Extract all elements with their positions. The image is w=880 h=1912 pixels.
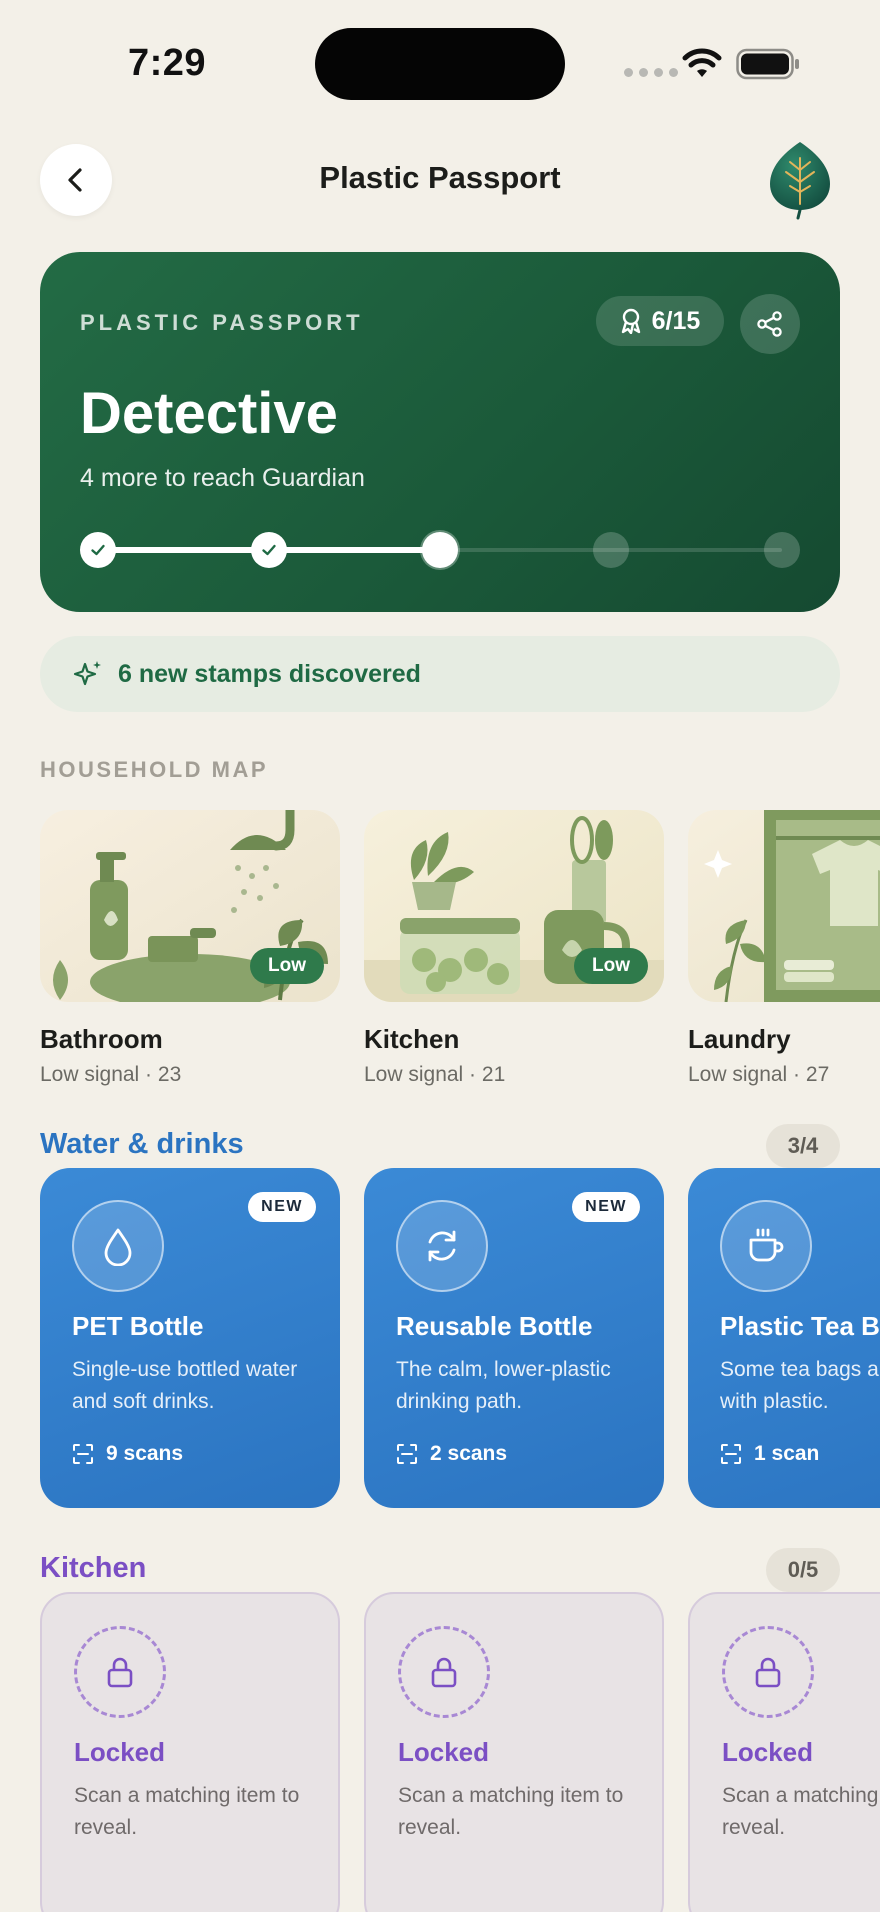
stamp-name: PET Bottle bbox=[72, 1311, 204, 1341]
locked-title: Locked bbox=[74, 1737, 166, 1767]
locked-description: Scan a matching item to reveal. bbox=[398, 1784, 624, 1839]
stamp-icon-circle bbox=[720, 1200, 812, 1292]
ribbon-icon bbox=[621, 308, 640, 334]
room-meta: Low signal · 23 bbox=[40, 1063, 182, 1086]
locked-description: Scan a matching item to reveal. bbox=[74, 1784, 300, 1839]
stamp-name: Reusable Bottle bbox=[396, 1311, 593, 1341]
stamp-scans: 2 scans bbox=[396, 1442, 507, 1466]
rank-title: Detective bbox=[80, 381, 338, 446]
stamp-card-reusable-bottle[interactable]: NEW Reusable Bottle The calm, lower-plas… bbox=[364, 1168, 664, 1508]
share-icon bbox=[757, 311, 782, 337]
new-stamps-text: 6 new stamps discovered bbox=[118, 659, 421, 688]
new-badge: NEW bbox=[572, 1192, 640, 1222]
stamp-count-text: 6/15 bbox=[651, 306, 701, 335]
laundry-illustration bbox=[688, 810, 880, 1002]
sparkles-icon bbox=[73, 661, 101, 686]
room-name: Kitchen bbox=[364, 1024, 460, 1054]
room-name: Laundry bbox=[688, 1024, 791, 1054]
category-title-water: Water & drinks bbox=[40, 1128, 244, 1160]
locked-title: Locked bbox=[398, 1737, 490, 1767]
page-title: Plastic Passport bbox=[319, 160, 561, 195]
new-stamps-banner[interactable]: 6 new stamps discovered bbox=[40, 636, 840, 712]
room-card-bathroom[interactable]: Low Bathroom Low signal · 23 bbox=[40, 810, 340, 1087]
stamp-card-pet-bottle[interactable]: NEW PET Bottle Single-use bottled water … bbox=[40, 1168, 340, 1508]
room-meta: Low signal · 27 bbox=[688, 1063, 830, 1086]
lock-icon bbox=[431, 1657, 457, 1688]
room-card-laundry[interactable]: Laundry Low signal · 27 bbox=[688, 810, 880, 1087]
signal-badge: Low bbox=[250, 948, 324, 984]
locked-stamp-card[interactable]: Locked Scan a matching item to reveal. bbox=[364, 1592, 664, 1912]
bathroom-illustration: Low bbox=[40, 810, 340, 1002]
scan-count: 9 scans bbox=[106, 1442, 184, 1465]
lock-icon-circle bbox=[74, 1626, 166, 1718]
passport-hero-card: PLASTIC PASSPORT 6/15 Detective 4 more t… bbox=[40, 252, 840, 612]
rank-step-5 bbox=[764, 532, 800, 568]
lock-icon-circle bbox=[398, 1626, 490, 1718]
scan-count: 2 scans bbox=[430, 1442, 508, 1465]
locked-stamp-card[interactable]: Locked Scan a matching item to reveal. bbox=[688, 1592, 880, 1912]
hero-eyebrow: PLASTIC PASSPORT bbox=[80, 310, 364, 335]
rank-step-3 bbox=[422, 532, 458, 568]
stamp-name: Plastic Tea Bags bbox=[720, 1311, 880, 1341]
rank-subtitle: 4 more to reach Guardian bbox=[80, 464, 365, 492]
dynamic-island bbox=[315, 28, 565, 100]
category-count-kitchen: 0/5 bbox=[766, 1548, 840, 1592]
stamp-icon-circle bbox=[396, 1200, 488, 1292]
scan-icon bbox=[721, 1444, 741, 1464]
room-name: Bathroom bbox=[40, 1024, 163, 1054]
status-time: 7:29 bbox=[128, 42, 207, 84]
category-count-water: 3/4 bbox=[766, 1124, 840, 1168]
new-badge: NEW bbox=[248, 1192, 316, 1222]
scan-icon bbox=[397, 1444, 417, 1464]
rank-step-1 bbox=[80, 532, 116, 568]
lock-icon bbox=[107, 1657, 133, 1688]
cup-icon bbox=[749, 1228, 784, 1262]
check-icon bbox=[262, 544, 276, 556]
check-icon bbox=[91, 544, 105, 556]
cellular-signal-icon bbox=[624, 68, 678, 77]
leaf-logo-icon[interactable] bbox=[768, 140, 832, 220]
lock-icon-circle bbox=[722, 1626, 814, 1718]
rank-step-2 bbox=[251, 532, 287, 568]
droplet-icon bbox=[104, 1228, 132, 1266]
locked-description: Scan a matching item to reveal. bbox=[722, 1784, 880, 1839]
signal-badge: Low bbox=[574, 948, 648, 984]
stamp-description: The calm, lower-plastic drinking path. bbox=[396, 1358, 611, 1413]
category-title-kitchen: Kitchen bbox=[40, 1552, 147, 1584]
battery-icon bbox=[736, 48, 799, 80]
kitchen-illustration: Low bbox=[364, 810, 664, 1002]
share-button[interactable] bbox=[740, 294, 800, 354]
stamp-count-badge[interactable]: 6/15 bbox=[596, 296, 724, 346]
locked-stamp-card[interactable]: Locked Scan a matching item to reveal. bbox=[40, 1592, 340, 1912]
room-card-kitchen[interactable]: Low Kitchen Low signal · 21 bbox=[364, 810, 664, 1087]
room-meta: Low signal · 21 bbox=[364, 1063, 506, 1086]
stamp-icon-circle bbox=[72, 1200, 164, 1292]
stamp-card-plastic-tea-bags[interactable]: Plastic Tea Bags Some tea bags are seale… bbox=[688, 1168, 880, 1508]
status-bar: 7:29 bbox=[0, 0, 880, 130]
scan-count: 1 scan bbox=[754, 1442, 820, 1465]
stamp-description: Some tea bags are sealed with plastic. bbox=[720, 1358, 880, 1413]
stamp-scans: 9 scans bbox=[72, 1442, 183, 1466]
lock-icon bbox=[755, 1657, 781, 1688]
stamp-scans: 1 scan bbox=[720, 1442, 819, 1466]
stamp-description: Single-use bottled water and soft drinks… bbox=[72, 1358, 298, 1413]
household-map-label: HOUSEHOLD MAP bbox=[40, 757, 269, 782]
rank-step-4 bbox=[593, 532, 629, 568]
wifi-icon bbox=[682, 48, 722, 77]
locked-title: Locked bbox=[722, 1737, 814, 1767]
scan-icon bbox=[73, 1444, 93, 1464]
refresh-icon bbox=[428, 1230, 456, 1262]
